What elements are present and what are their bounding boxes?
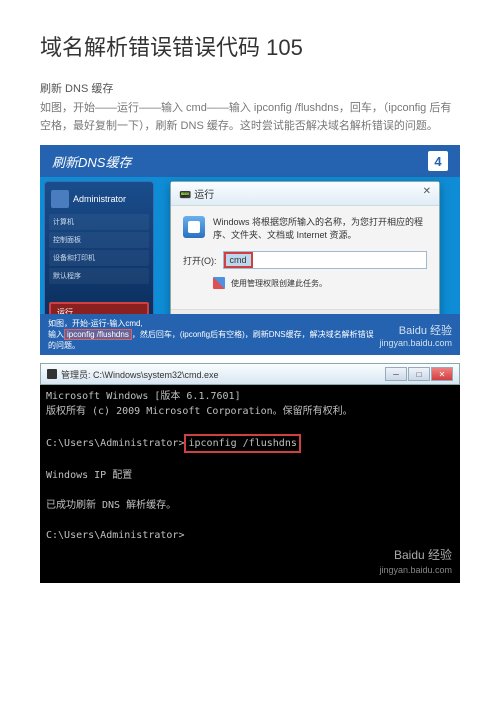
cmd-line: C:\Users\Administrator>ipconfig /flushdn… <box>46 434 454 453</box>
run-icon <box>183 216 205 238</box>
start-menu-item: 默认程序 <box>49 268 149 284</box>
watermark: Baidu 经验 jingyan.baidu.com <box>379 322 452 348</box>
watermark: Baidu 经验 jingyan.baidu.com <box>379 546 452 578</box>
run-titlebar: 📟 运行 ✕ <box>171 182 439 206</box>
admin-text: 使用管理权限创建此任务。 <box>231 278 327 289</box>
start-menu-item: 控制面板 <box>49 232 149 248</box>
run-input: cmd <box>223 251 428 269</box>
minimize-icon: ─ <box>385 367 407 381</box>
shield-icon <box>213 277 225 289</box>
page-title: 域名解析错误错误代码 105 <box>40 30 460 62</box>
cmd-line: C:\Users\Administrator> <box>46 528 454 543</box>
cmd-line: Microsoft Windows [版本 6.1.7601] <box>46 389 454 404</box>
banner-header: 刷新DNS缓存 4 <box>40 145 460 177</box>
description-text: 如图，开始——运行——输入 cmd——输入 ipconfig /flushdns… <box>40 100 460 135</box>
start-menu: Administrator 计算机 控制面板 设备和打印机 默认程序 运行... <box>44 181 154 325</box>
close-icon: ✕ <box>431 367 453 381</box>
open-label: 打开(O): <box>183 254 217 267</box>
cmd-output: Microsoft Windows [版本 6.1.7601] 版权所有 (c)… <box>40 385 460 583</box>
cmd-line <box>46 483 454 498</box>
cmd-line: 已成功刷新 DNS 解析缓存。 <box>46 498 454 513</box>
step-number: 4 <box>428 151 448 171</box>
run-input-value: cmd <box>224 252 253 268</box>
footer-line2: 输入ipconfig /flushdns，然后回车，(ipconfig后有空格)… <box>48 329 379 351</box>
screenshot-cmd: 管理员: C:\Windows\system32\cmd.exe ─ □ ✕ M… <box>40 363 460 581</box>
banner-title: 刷新DNS缓存 <box>52 152 131 171</box>
cmd-highlight: ipconfig /flushdns <box>184 434 300 453</box>
start-menu-item: 计算机 <box>49 214 149 230</box>
banner-footer: 如图，开始-运行-输入cmd, 输入ipconfig /flushdns，然后回… <box>40 314 460 355</box>
user-name: Administrator <box>73 194 126 204</box>
cmd-line: Windows IP 配置 <box>46 468 454 483</box>
start-menu-item: 设备和打印机 <box>49 250 149 266</box>
start-menu-user: Administrator <box>49 186 149 212</box>
cmd-icon <box>47 369 57 379</box>
cmd-line <box>46 419 454 434</box>
cmd-line: 版权所有 (c) 2009 Microsoft Corporation。保留所有… <box>46 404 454 419</box>
screenshot-run-dialog: 刷新DNS缓存 4 Administrator 计算机 控制面板 设备和打印机 … <box>40 145 460 355</box>
run-dialog-title: 📟 运行 <box>179 186 214 201</box>
cmd-title: 管理员: C:\Windows\system32\cmd.exe <box>61 368 219 381</box>
maximize-icon: □ <box>408 367 430 381</box>
avatar <box>51 190 69 208</box>
cmd-titlebar: 管理员: C:\Windows\system32\cmd.exe ─ □ ✕ <box>40 363 460 385</box>
cmd-line <box>46 453 454 468</box>
run-hint-text: Windows 将根据您所输入的名称，为您打开相应的程序、文件夹、文档或 Int… <box>213 216 427 241</box>
footer-line1: 如图，开始-运行-输入cmd, <box>48 318 379 329</box>
cmd-line <box>46 513 454 528</box>
section-subtitle: 刷新 DNS 缓存 <box>40 80 460 96</box>
close-icon: ✕ <box>423 186 431 201</box>
